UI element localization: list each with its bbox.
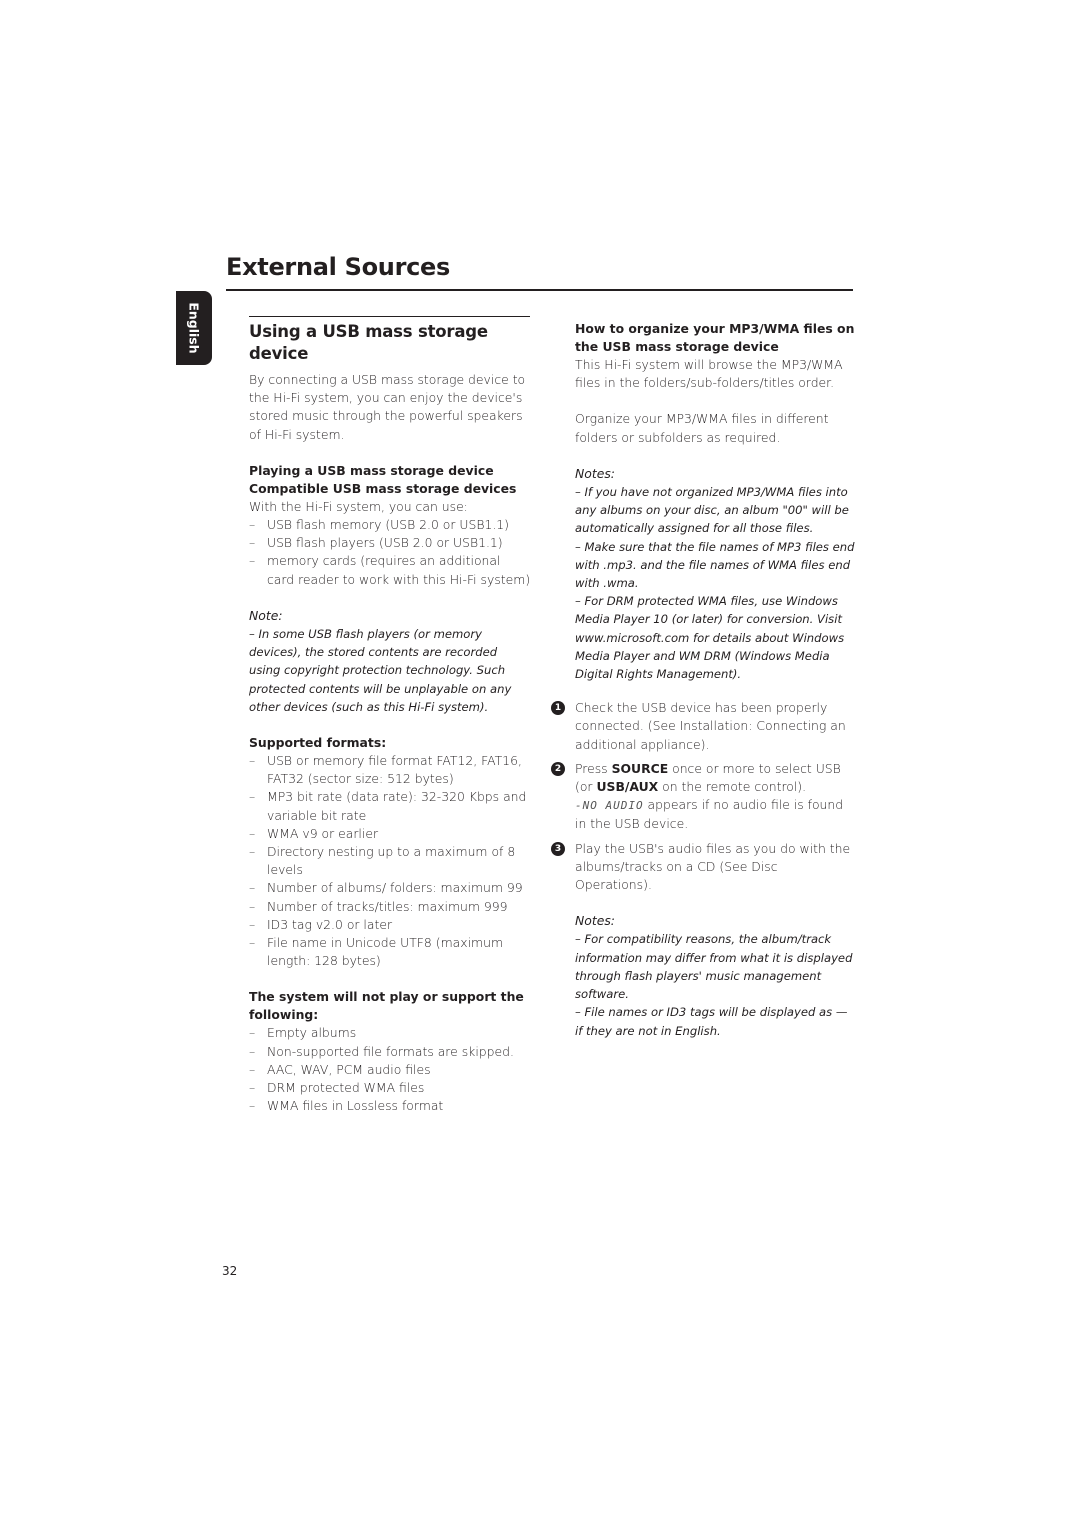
list-item: WMA files in Lossless format — [249, 1097, 531, 1115]
list-item: Number of tracks/titles: maximum 999 — [249, 898, 531, 916]
playing-heading: Playing a USB mass storage device — [249, 462, 494, 478]
list-item: MP3 bit rate (data rate): 32-320 Kbps an… — [249, 788, 531, 824]
step-2: 2 Press SOURCE once or more to select US… — [551, 760, 857, 834]
step-3: 3 Play the USB's audio files as you do w… — [551, 840, 857, 895]
list-item: WMA v9 or earlier — [249, 825, 531, 843]
organize-paragraph: Organize your MP3/WMA files in different… — [575, 411, 829, 445]
list-item: File name in Unicode UTF8 (maximum lengt… — [249, 934, 531, 970]
list-item: Empty albums — [249, 1024, 531, 1042]
notes-label: Notes: — [575, 465, 615, 481]
note-text: – In some USB flash players (or memory d… — [249, 627, 512, 714]
compatible-heading: Compatible USB mass storage devices — [249, 480, 517, 496]
unsupported-heading: The system will not play or support the … — [249, 989, 524, 1023]
source-key: SOURCE — [611, 760, 669, 776]
section-rule — [249, 316, 530, 317]
list-item: Directory nesting up to a maximum of 8 l… — [249, 843, 531, 879]
list-item: ID3 tag v2.0 or later — [249, 916, 531, 934]
page-title: External Sources — [226, 253, 451, 281]
compatible-intro: With the Hi-Fi system, you can use: — [249, 498, 468, 514]
formats-list: USB or memory file format FAT12, FAT16, … — [249, 752, 531, 970]
step-text: Check the USB device has been properly c… — [575, 700, 846, 752]
page-number: 32 — [222, 1264, 238, 1278]
list-item: Non-supported file formats are skipped. — [249, 1043, 531, 1061]
notes-label: Notes: — [575, 913, 615, 929]
section-heading: Using a USB mass storage device — [249, 322, 488, 363]
usb-aux-key: USB/AUX — [596, 779, 659, 795]
step-number-icon: 2 — [551, 761, 565, 776]
note-text: – File names or ID3 tags will be display… — [575, 1005, 848, 1038]
note-text: – For compatibility reasons, the album/t… — [575, 932, 853, 1002]
formats-heading: Supported formats: — [249, 735, 387, 751]
list-item: USB flash players (USB 2.0 or USB1.1) — [249, 534, 531, 552]
language-tab: English — [176, 291, 212, 365]
intro-paragraph: By connecting a USB mass storage device … — [249, 372, 526, 442]
step-1: 1 Check the USB device has been properly… — [551, 699, 857, 754]
lcd-display-text: -NO AUDIO — [575, 799, 644, 813]
step-number-icon: 1 — [551, 701, 565, 716]
step-text: Play the USB's audio files as you do wit… — [575, 840, 851, 893]
list-item: USB flash memory (USB 2.0 or USB1.1) — [249, 516, 531, 534]
note-text: – For DRM protected WMA files, use Windo… — [575, 594, 845, 682]
language-tab-label: English — [186, 302, 202, 354]
step-number-icon: 3 — [551, 841, 565, 856]
left-column: Using a USB mass storage device By conne… — [249, 316, 531, 1116]
list-item: AAC, WAV, PCM audio files — [249, 1061, 531, 1079]
note-text: – If you have not organized MP3/WMA file… — [575, 485, 849, 536]
step-text: Press SOURCE once or more to select USB … — [575, 760, 844, 832]
list-item: Number of albums/ folders: maximum 99 — [249, 879, 531, 897]
organize-heading: How to organize your MP3/WMA files on th… — [575, 321, 855, 354]
unsupported-list: Empty albums Non-supported file formats … — [249, 1024, 531, 1115]
list-item: DRM protected WMA files — [249, 1079, 531, 1097]
organize-paragraph: This Hi-Fi system will browse the MP3/WM… — [575, 357, 843, 391]
note-label: Note: — [249, 607, 283, 623]
list-item: USB or memory file format FAT12, FAT16, … — [249, 752, 531, 788]
right-column: How to organize your MP3/WMA files on th… — [551, 320, 857, 1040]
list-item: memory cards (requires an additional car… — [249, 552, 531, 588]
compatible-list: USB flash memory (USB 2.0 or USB1.1) USB… — [249, 516, 531, 589]
note-text: – Make sure that the file names of MP3 f… — [575, 539, 855, 591]
title-rule — [226, 289, 853, 291]
